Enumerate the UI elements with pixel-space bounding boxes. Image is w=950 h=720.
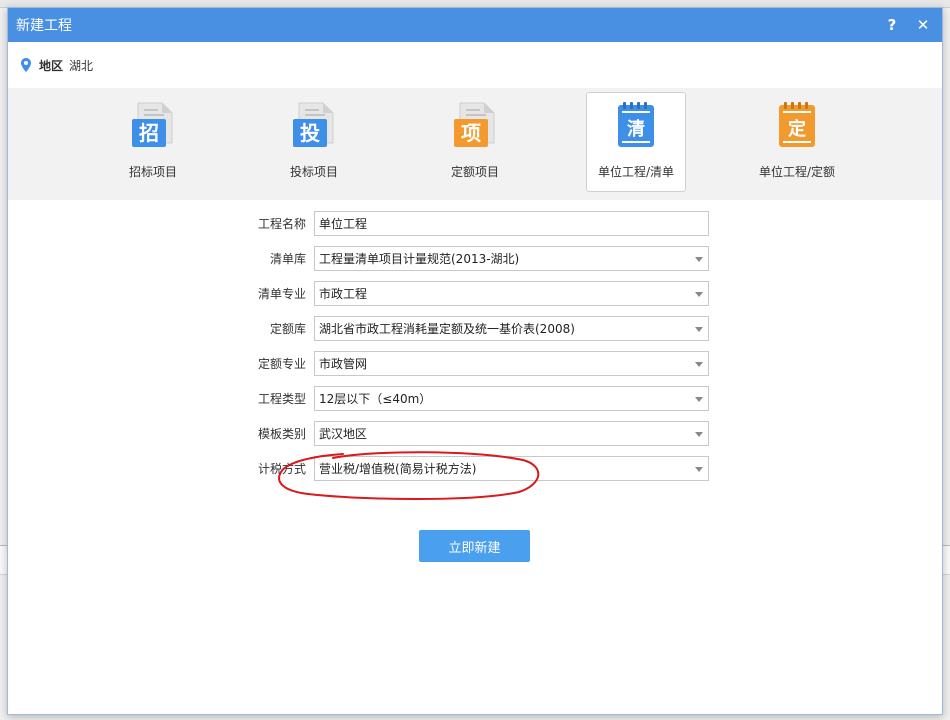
type-label-quota: 定额项目: [450, 165, 499, 179]
type-label-unit-bill: 单位工程/清单: [597, 165, 675, 179]
row-template-category: 模板类别 武汉地区: [246, 421, 709, 446]
row-project-category: 工程类型 12层以下（≤40m）: [246, 386, 709, 411]
location-pin-icon: [21, 58, 31, 72]
template-category-value: 武汉地区: [319, 427, 368, 441]
row-quota-specialty: 定额专业 市政管网: [246, 351, 709, 376]
type-unit-quota[interactable]: 定 单位工程/定额: [747, 92, 847, 192]
unit-quota-icon-glyph: 定: [788, 118, 806, 140]
bill-specialty-value: 市政工程: [319, 287, 368, 301]
label-quota-specialty: 定额专业: [257, 357, 306, 371]
bill-library-value: 工程量清单项目计量规范(2013-湖北): [319, 252, 520, 266]
close-button[interactable]: ✕: [912, 14, 934, 36]
label-project-name: 工程名称: [257, 217, 306, 231]
project-category-value: 12层以下（≤40m）: [319, 392, 432, 406]
notebook-bill-icon: 清: [618, 102, 654, 147]
project-form: 工程名称 清单库 工程量清单项目计量规范(2013-湖北) 清单专业 市政工程 …: [246, 211, 709, 491]
type-label-tender: 招标项目: [128, 165, 177, 179]
quota-document-icon: 项: [454, 102, 495, 147]
quota-specialty-select[interactable]: 市政管网: [314, 351, 709, 376]
row-bill-specialty: 清单专业 市政工程: [246, 281, 709, 306]
dropdown-arrow-icon[interactable]: [695, 432, 703, 437]
dropdown-arrow-icon[interactable]: [695, 397, 703, 402]
tender-icon-glyph: 招: [139, 121, 159, 145]
row-tax-method: 计税方式 营业税/增值税(简易计税方法): [246, 456, 709, 481]
label-quota-library: 定额库: [269, 322, 306, 336]
bill-library-select[interactable]: 工程量清单项目计量规范(2013-湖北): [314, 246, 709, 271]
row-quota-library: 定额库 湖北省市政工程消耗量定额及统一基价表(2008): [246, 316, 709, 341]
bid-document-icon: 投: [293, 102, 334, 147]
type-label-unit-quota: 单位工程/定额: [758, 165, 836, 179]
tender-document-icon: 招: [132, 102, 173, 147]
project-category-select[interactable]: 12层以下（≤40m）: [314, 386, 709, 411]
label-template-category: 模板类别: [257, 427, 306, 441]
quota-library-select[interactable]: 湖北省市政工程消耗量定额及统一基价表(2008): [314, 316, 709, 341]
type-tender-project[interactable]: 招 招标项目: [103, 92, 203, 192]
notebook-quota-icon: 定: [779, 102, 815, 147]
quota-specialty-value: 市政管网: [319, 357, 368, 371]
tax-method-select[interactable]: 营业税/增值税(简易计税方法): [314, 456, 709, 481]
dropdown-arrow-icon[interactable]: [695, 257, 703, 262]
quota-library-value: 湖北省市政工程消耗量定额及统一基价表(2008): [319, 322, 575, 336]
new-project-dialog: 新建工程 ? ✕ 地区 湖北 招 招标项目 投 投标项目 项 定额项目 清 单位…: [7, 7, 943, 715]
dialog-title: 新建工程: [16, 18, 72, 34]
project-name-input[interactable]: [314, 211, 709, 236]
bid-icon-glyph: 投: [300, 121, 320, 145]
row-bill-library: 清单库 工程量清单项目计量规范(2013-湖北): [246, 246, 709, 271]
dropdown-arrow-icon[interactable]: [695, 292, 703, 297]
region-label: 地区: [39, 58, 64, 73]
type-quota-project[interactable]: 项 定额项目: [425, 92, 525, 192]
dialog-titlebar: 新建工程 ? ✕: [8, 8, 942, 42]
type-unit-bill[interactable]: 清 单位工程/清单: [586, 92, 686, 192]
region-bar: 地区 湖北: [8, 42, 942, 88]
dropdown-arrow-icon[interactable]: [695, 327, 703, 332]
template-category-select[interactable]: 武汉地区: [314, 421, 709, 446]
type-label-bid: 投标项目: [289, 165, 338, 179]
label-bill-library: 清单库: [269, 252, 306, 266]
dropdown-arrow-icon[interactable]: [695, 362, 703, 367]
help-button[interactable]: ?: [881, 14, 903, 36]
label-bill-specialty: 清单专业: [257, 287, 306, 301]
bill-specialty-select[interactable]: 市政工程: [314, 281, 709, 306]
type-bid-project[interactable]: 投 投标项目: [264, 92, 364, 192]
unit-bill-icon-glyph: 清: [627, 119, 645, 140]
region-value[interactable]: 湖北: [69, 57, 93, 74]
row-project-name: 工程名称: [246, 211, 709, 236]
label-project-category: 工程类型: [257, 392, 306, 406]
project-type-selector: 招 招标项目 投 投标项目 项 定额项目 清 单位工程/清单 定 单位工程/定额: [8, 88, 942, 200]
quota-icon-glyph: 项: [461, 121, 481, 145]
label-tax-method: 计税方式: [257, 462, 306, 476]
tax-method-value: 营业税/增值税(简易计税方法): [319, 462, 477, 476]
dropdown-arrow-icon[interactable]: [695, 467, 703, 472]
create-now-button[interactable]: 立即新建: [419, 530, 530, 562]
